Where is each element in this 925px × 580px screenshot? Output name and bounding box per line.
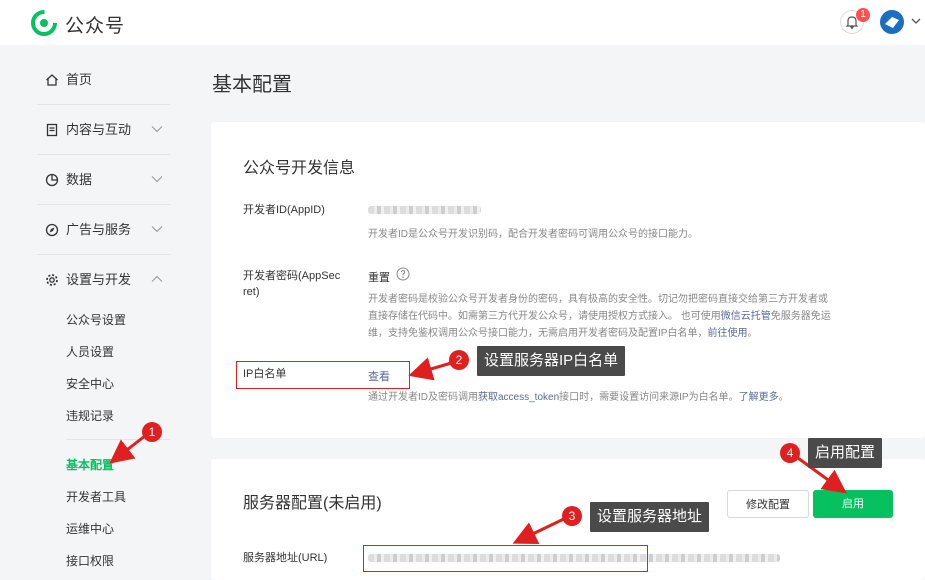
secret-description-line-3: 维，支持免鉴权调用公众号接口能力，无需启用开发者密码及配置IP白名单，前往使用。 xyxy=(368,325,757,342)
sidebar-item-basic-config[interactable]: 基本配置 xyxy=(66,457,114,473)
appid-description: 开发者ID是公众号开发识别码，配合开发者密码可调用公众号的接口能力。 xyxy=(368,229,698,240)
annotation-callout: 启用配置 xyxy=(808,438,883,468)
ip-whitelist-highlight-box xyxy=(236,361,410,389)
sidebar-item-home[interactable]: 首页 xyxy=(37,70,170,120)
server-url-label: 服务器地址(URL) xyxy=(243,552,328,564)
annotation-number: 1 xyxy=(142,422,162,442)
annotation-number: 2 xyxy=(449,350,469,370)
modify-config-button[interactable]: 修改配置 xyxy=(727,490,809,518)
access-token-link[interactable]: 获取access_token xyxy=(478,392,559,403)
divider xyxy=(37,254,170,255)
sidebar-item-label: 数据 xyxy=(66,172,93,187)
top-bar: 公众号 1 xyxy=(0,0,925,45)
divider xyxy=(37,154,170,155)
desc-text: 接口时，需要设置访问来源IP为白名单。 xyxy=(559,392,739,403)
cloud-hosting-link[interactable]: 微信云托管 xyxy=(721,311,771,322)
document-icon xyxy=(46,123,58,137)
desc-text: 。 xyxy=(747,328,758,339)
chevron-down-icon[interactable] xyxy=(910,16,922,26)
annotation-callout: 设置服务器地址 xyxy=(590,502,710,532)
brand-name: 公众号 xyxy=(65,16,126,37)
compass-icon xyxy=(45,223,59,237)
sidebar-item-label: 广告与服务 xyxy=(66,222,132,237)
chevron-up-icon xyxy=(151,275,163,282)
secret-description-line-1: 开发者密码是校验公众号开发者身份的密码，具有极高的安全性。切记勿把密码直接交给第… xyxy=(368,294,828,305)
sidebar-item-label: 内容与互动 xyxy=(66,122,132,137)
sidebar-item-security-center[interactable]: 安全中心 xyxy=(66,376,114,392)
sidebar-item-account-settings[interactable]: 公众号设置 xyxy=(66,312,126,328)
reset-secret-link[interactable]: 重置 xyxy=(368,269,390,285)
sidebar-item-label: 设置与开发 xyxy=(66,272,132,287)
go-use-link[interactable]: 前往使用 xyxy=(707,328,747,339)
dev-info-title: 公众号开发信息 xyxy=(243,160,356,177)
divider xyxy=(37,204,170,205)
server-url-highlight-box xyxy=(363,545,648,572)
sidebar-item-api-permissions[interactable]: 接口权限 xyxy=(66,553,114,569)
sidebar-item-violations[interactable]: 违规记录 xyxy=(66,408,114,424)
server-config-title: 服务器配置(未启用) xyxy=(243,495,382,512)
sidebar-item-data[interactable]: 数据 xyxy=(37,170,170,220)
notification-badge: 1 xyxy=(856,8,870,22)
desc-text: 。 xyxy=(778,392,789,403)
home-icon xyxy=(46,74,58,86)
divider xyxy=(37,104,170,105)
appid-label: 开发者ID(AppID) xyxy=(243,204,325,216)
avatar[interactable] xyxy=(880,10,904,34)
appid-value-redacted xyxy=(368,206,481,214)
sidebar-item-content[interactable]: 内容与互动 xyxy=(37,120,170,170)
gear-icon xyxy=(46,274,58,286)
pie-chart-icon xyxy=(45,173,59,187)
sidebar-item-people-settings[interactable]: 人员设置 xyxy=(66,344,114,360)
annotation-number: 3 xyxy=(562,506,582,526)
chevron-down-icon xyxy=(151,176,163,183)
wechat-official-logo-icon[interactable] xyxy=(31,10,57,36)
desc-text: 免服务器免运 xyxy=(770,311,831,322)
ip-whitelist-description: 通过开发者ID及密码调用获取access_token接口时，需要设置访问来源IP… xyxy=(368,389,789,406)
sidebar-item-ads[interactable]: 广告与服务 xyxy=(37,220,170,270)
sidebar-item-dev-tools[interactable]: 开发者工具 xyxy=(66,489,126,505)
learn-more-link[interactable]: 了解更多 xyxy=(739,392,779,403)
chevron-down-icon xyxy=(151,126,163,133)
secret-description-line-2: 直接存储在代码中。如需第三方代开发公众号，请使用授权方式接入。 也可使用微信云托… xyxy=(368,308,831,325)
sidebar-item-label: 首页 xyxy=(66,72,93,87)
question-circle-icon[interactable] xyxy=(396,267,410,281)
annotation-number: 4 xyxy=(780,443,800,463)
chevron-down-icon xyxy=(151,226,163,233)
enable-button[interactable]: 启用 xyxy=(813,490,893,518)
desc-text: 通过开发者ID及密码调用 xyxy=(368,392,478,403)
desc-text: 直接存储在代码中。如需第三方代开发公众号，请使用授权方式接入。 也可使用 xyxy=(368,311,721,322)
page-title: 基本配置 xyxy=(212,74,292,96)
desc-text: 维，支持免鉴权调用公众号接口能力，无需启用开发者密码及配置IP白名单， xyxy=(368,328,708,339)
secret-label-cont: ret) xyxy=(243,286,260,298)
annotation-callout: 设置服务器IP白名单 xyxy=(477,346,626,376)
sidebar-item-ops-center[interactable]: 运维中心 xyxy=(66,521,114,537)
